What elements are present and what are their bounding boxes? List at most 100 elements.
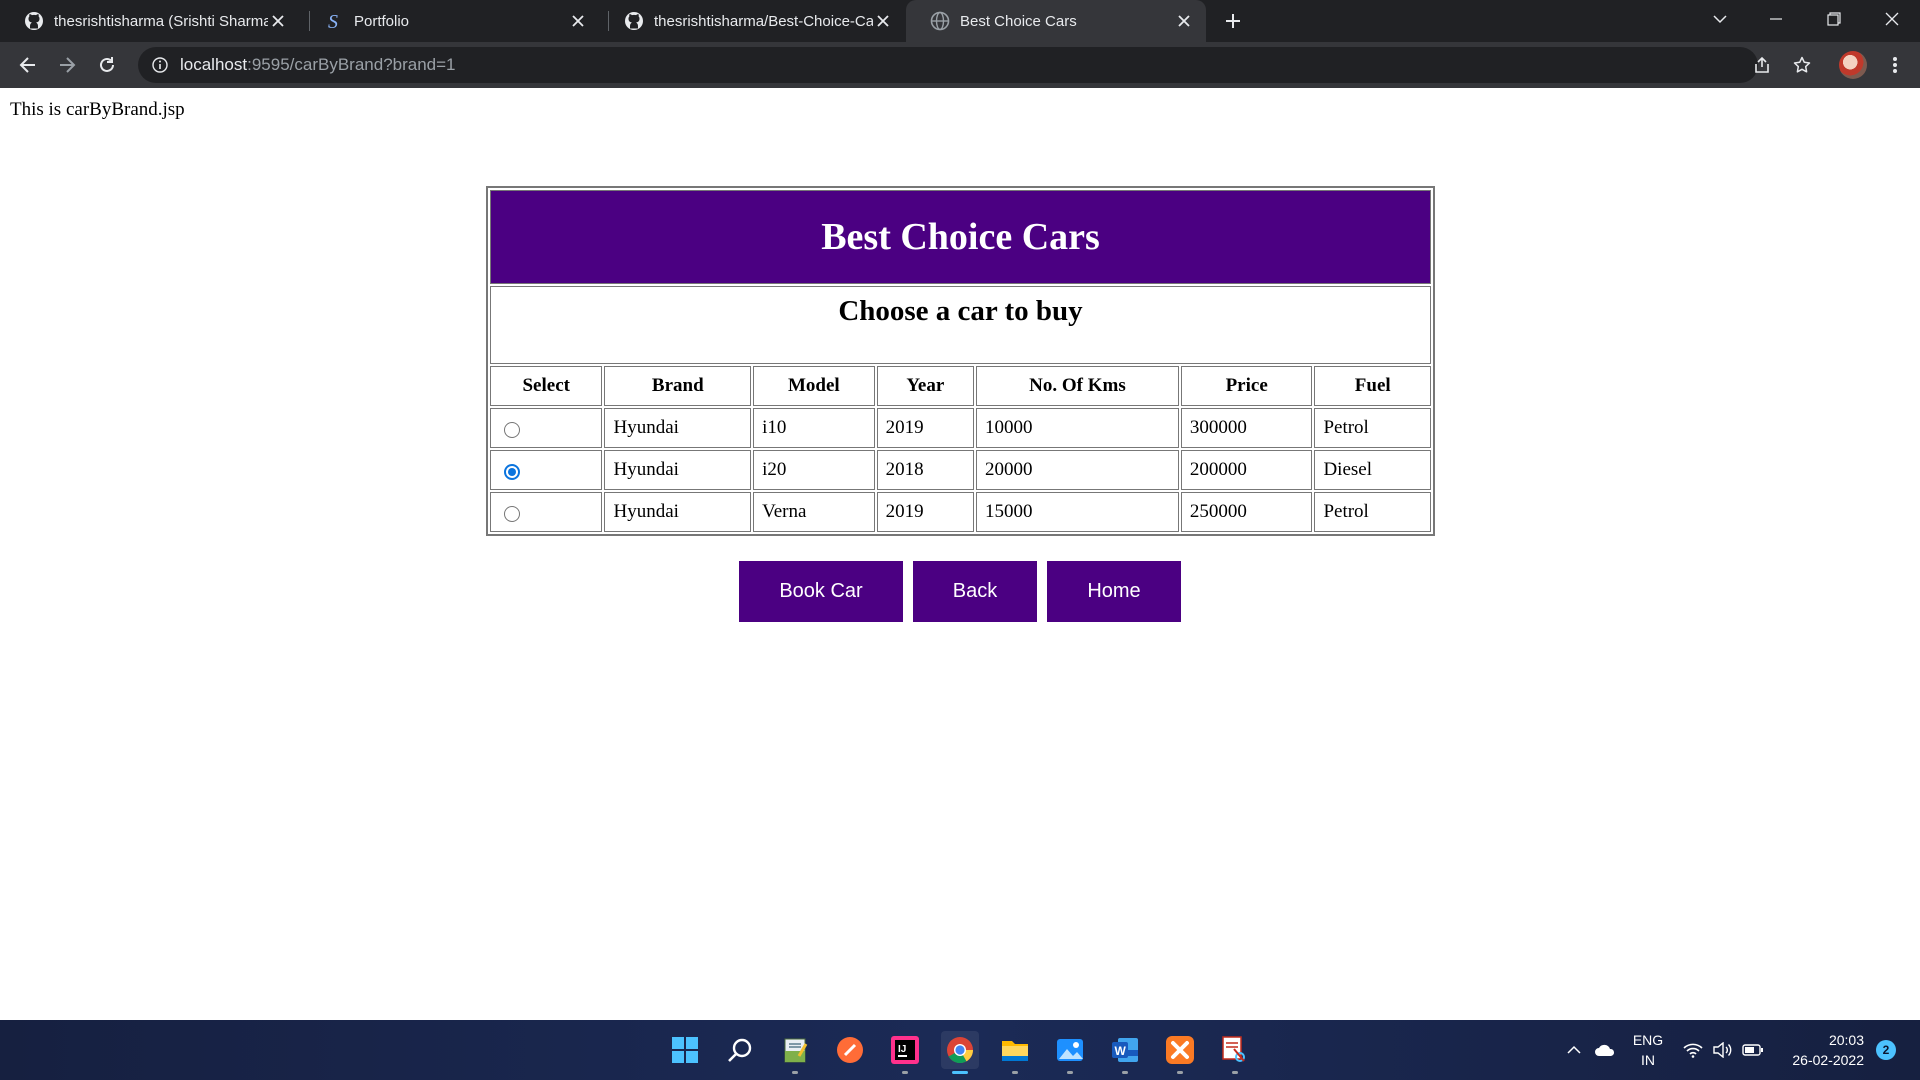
- web-page: This is carByBrand.jsp Best Choice Cars …: [0, 88, 1920, 1020]
- reload-icon[interactable]: [91, 49, 123, 81]
- onedrive-cloud-icon[interactable]: [1591, 1020, 1619, 1080]
- year-cell: 2018: [876, 450, 975, 490]
- notification-count-badge[interactable]: 2: [1876, 1040, 1896, 1060]
- tab-close-icon[interactable]: [568, 11, 588, 31]
- tab-github-profile[interactable]: thesrishtisharma (Srishti Sharma): [0, 0, 300, 42]
- cars-table: Best Choice Cars Choose a car to buy Sel…: [486, 186, 1435, 536]
- new-tab-plus-icon[interactable]: [1220, 8, 1246, 34]
- url-host: localhost: [180, 55, 248, 74]
- tab-close-icon[interactable]: [268, 11, 288, 31]
- column-header-select: Select: [490, 366, 603, 406]
- browser-toolbar: localhost:9595/carByBrand?brand=1: [0, 42, 1920, 88]
- price-cell: 300000: [1180, 408, 1313, 448]
- select-cell: [490, 408, 603, 448]
- back-button[interactable]: Back: [913, 561, 1037, 622]
- column-header-kms: No. Of Kms: [976, 366, 1179, 406]
- year-cell: 2019: [876, 492, 975, 532]
- site-info-icon[interactable]: [150, 55, 170, 75]
- brand-cell: Hyundai: [604, 492, 752, 532]
- svg-text:IJ: IJ: [898, 1044, 906, 1055]
- xampp-icon[interactable]: [1161, 1031, 1199, 1074]
- tab-search-chevron-down-icon[interactable]: [1692, 0, 1748, 38]
- page-subtitle: Choose a car to buy: [490, 286, 1431, 364]
- column-header-year: Year: [876, 366, 975, 406]
- file-explorer-icon[interactable]: [996, 1031, 1034, 1074]
- fuel-cell: Petrol: [1314, 408, 1431, 448]
- column-header-price: Price: [1180, 366, 1313, 406]
- car-radio-button-selected[interactable]: [504, 463, 520, 480]
- column-header-brand: Brand: [604, 366, 752, 406]
- tab-title: thesrishtisharma/Best-Choice-Cars: [654, 12, 873, 30]
- tab-title: Portfolio: [354, 12, 410, 30]
- tab-title: thesrishtisharma (Srishti Sharma): [54, 12, 268, 30]
- snipping-tool-icon[interactable]: [1216, 1031, 1254, 1074]
- svg-text:S: S: [328, 11, 338, 31]
- chrome-icon[interactable]: [941, 1031, 979, 1074]
- model-cell: i20: [753, 450, 875, 490]
- clock-time: 20:03: [1828, 1032, 1864, 1048]
- close-window-icon[interactable]: [1864, 0, 1920, 38]
- back-arrow-icon[interactable]: [12, 49, 44, 81]
- fuel-cell: Petrol: [1314, 492, 1431, 532]
- clock-date: 26-02-2022: [1792, 1052, 1864, 1068]
- bookmark-star-icon[interactable]: [1787, 50, 1817, 80]
- search-icon[interactable]: [721, 1031, 759, 1069]
- page-title: Best Choice Cars: [490, 190, 1431, 284]
- year-cell: 2019: [876, 408, 975, 448]
- book-car-button[interactable]: Book Car: [739, 561, 903, 622]
- volume-icon[interactable]: [1710, 1020, 1736, 1080]
- car-radio-button[interactable]: [504, 421, 520, 438]
- minimize-icon[interactable]: [1748, 0, 1804, 38]
- table-header-row: Select Brand Model Year No. Of Kms Price…: [490, 366, 1431, 406]
- browser-tab-strip: thesrishtisharma (Srishti Sharma) S Port…: [0, 0, 1920, 42]
- table-row: Hyundai i10 2019 10000 300000 Petrol: [490, 408, 1431, 448]
- price-cell: 200000: [1180, 450, 1313, 490]
- kms-cell: 15000: [976, 492, 1179, 532]
- restore-icon[interactable]: [1806, 0, 1862, 38]
- home-button[interactable]: Home: [1047, 561, 1181, 622]
- price-cell: 250000: [1180, 492, 1313, 532]
- address-bar[interactable]: localhost:9595/carByBrand?brand=1: [138, 47, 1758, 83]
- show-hidden-icons-chevron-up-icon[interactable]: [1561, 1020, 1587, 1080]
- car-radio-button[interactable]: [504, 505, 520, 522]
- kms-cell: 10000: [976, 408, 1179, 448]
- brand-cell: Hyundai: [604, 408, 752, 448]
- github-icon: [24, 11, 44, 31]
- more-vertical-icon[interactable]: [1880, 50, 1910, 80]
- system-clock[interactable]: 20:03 26-02-2022: [1768, 1030, 1864, 1070]
- select-cell: [490, 450, 603, 490]
- tab-close-icon[interactable]: [873, 11, 893, 31]
- model-cell: i10: [753, 408, 875, 448]
- windows-start-icon[interactable]: [666, 1031, 704, 1069]
- notepad-icon[interactable]: [776, 1031, 814, 1074]
- column-header-fuel: Fuel: [1314, 366, 1431, 406]
- tab-portfolio[interactable]: S Portfolio: [300, 0, 600, 42]
- region-code: IN: [1641, 1052, 1655, 1068]
- tab-github-repo[interactable]: thesrishtisharma/Best-Choice-Cars: [600, 0, 905, 42]
- battery-icon[interactable]: [1740, 1020, 1766, 1080]
- input-language[interactable]: ENG IN: [1630, 1030, 1666, 1070]
- brand-cell: Hyundai: [604, 450, 752, 490]
- column-header-model: Model: [753, 366, 875, 406]
- wifi-icon[interactable]: [1680, 1020, 1706, 1080]
- language-code: ENG: [1632, 1032, 1664, 1048]
- table-row: Hyundai Verna 2019 15000 250000 Petrol: [490, 492, 1431, 532]
- select-cell: [490, 492, 603, 532]
- share-icon[interactable]: [1747, 50, 1777, 80]
- tab-best-choice-cars[interactable]: Best Choice Cars: [906, 0, 1206, 42]
- word-icon[interactable]: W: [1106, 1031, 1144, 1074]
- tab-close-icon[interactable]: [1174, 11, 1194, 31]
- url-text: localhost:9595/carByBrand?brand=1: [180, 55, 456, 75]
- url-path: :9595/carByBrand?brand=1: [247, 55, 456, 74]
- forward-arrow-icon[interactable]: [51, 49, 83, 81]
- windows-taskbar: IJ W ENG IN 20:03 26-02-2022 2: [0, 1020, 1920, 1080]
- postman-icon[interactable]: [831, 1031, 869, 1069]
- model-cell: Verna: [753, 492, 875, 532]
- globe-icon: [930, 11, 950, 31]
- profile-avatar[interactable]: [1839, 51, 1867, 79]
- table-row: Hyundai i20 2018 20000 200000 Diesel: [490, 450, 1431, 490]
- kms-cell: 20000: [976, 450, 1179, 490]
- tab-title: Best Choice Cars: [960, 12, 1077, 30]
- intellij-icon[interactable]: IJ: [886, 1031, 924, 1074]
- photos-icon[interactable]: [1051, 1031, 1089, 1074]
